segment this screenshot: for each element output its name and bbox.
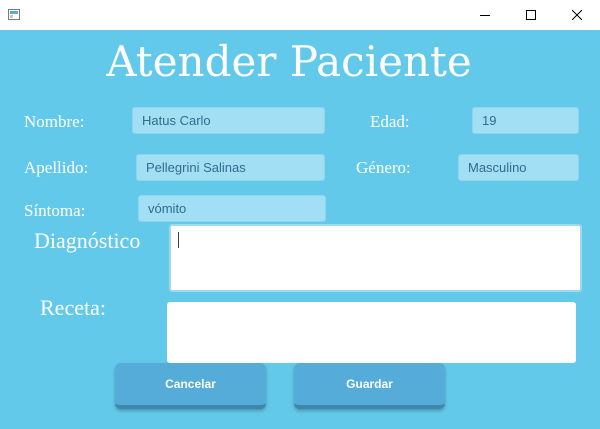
app-window-icon [8,9,20,20]
diagnostico-label: Diagnóstico [34,228,141,253]
nombre-label: Nombre: [24,112,85,131]
genero-label: Género: [356,158,411,177]
diagnostico-textarea[interactable] [169,224,582,292]
maximize-icon [526,10,536,20]
minimize-icon [480,15,490,16]
genero-field[interactable]: Masculino [458,154,579,181]
cancel-button[interactable]: Cancelar [115,363,266,409]
edad-field[interactable]: 19 [472,107,579,134]
minimize-button[interactable] [462,0,508,30]
receta-label: Receta: [40,295,106,320]
window-titlebar[interactable] [0,0,600,30]
close-button[interactable] [554,0,600,30]
edad-label: Edad: [370,112,410,131]
page-title: Atender Paciente [106,37,472,86]
nombre-field[interactable]: Hatus Carlo [132,107,325,134]
save-button[interactable]: Guardar [294,363,445,409]
apellido-label: Apellido: [24,158,89,177]
form-panel: Atender Paciente Nombre: Hatus Carlo Eda… [0,30,600,429]
maximize-button[interactable] [508,0,554,30]
sintoma-label: Síntoma: [24,201,86,220]
text-cursor [178,232,179,248]
sintoma-field[interactable]: vómito [138,195,326,222]
receta-textarea[interactable] [167,302,576,363]
close-icon [572,10,582,20]
apellido-field[interactable]: Pellegrini Salinas [136,154,325,181]
